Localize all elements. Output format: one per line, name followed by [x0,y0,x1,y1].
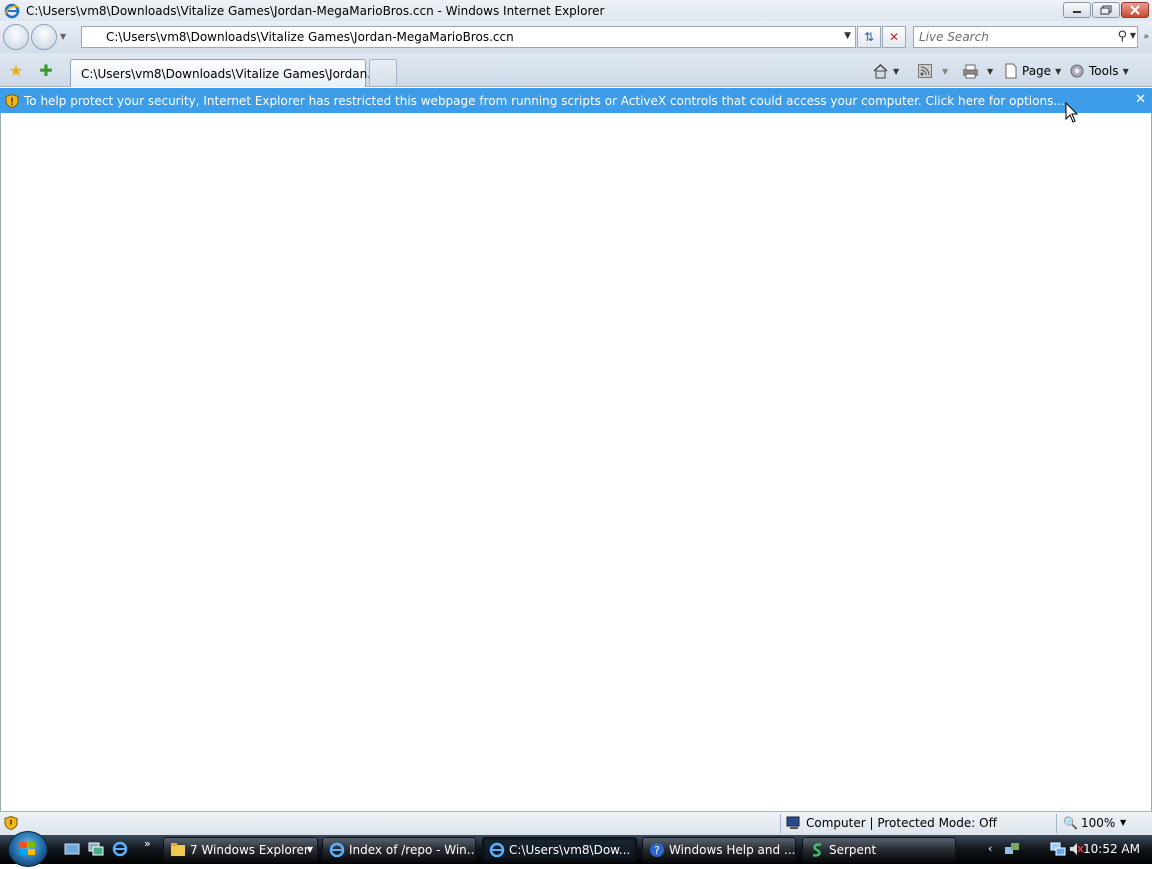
address-field[interactable]: C:\Users\vm8\Downloads\Vitalize Games\Jo… [81,26,856,48]
security-warning-icon[interactable] [4,816,18,830]
title-bar: C:\Users\vm8\Downloads\Vitalize Games\Jo… [0,0,1152,21]
recent-pages-dropdown[interactable]: ▼ [60,32,66,41]
tools-dropdown-icon: ▼ [1122,66,1129,76]
zoom-dropdown-icon[interactable]: ▼ [1120,818,1126,827]
mouse-cursor-icon [1065,102,1079,123]
start-button[interactable] [8,831,48,867]
refresh-icon: ⇅ [863,30,875,44]
close-information-bar-icon[interactable]: ✕ [1135,92,1146,107]
tab-label: C:\Users\vm8\Downloads\Vitalize Games\Jo… [81,66,379,81]
add-to-favorites-icon[interactable]: ✚ [36,61,56,80]
rss-feed-icon [918,64,932,78]
toolbar-overflow-chevron-icon[interactable]: » [1143,32,1149,42]
folder-icon [171,842,185,856]
address-url[interactable]: C:\Users\vm8\Downloads\Vitalize Games\Jo… [106,30,514,44]
home-icon [873,63,888,79]
search-placeholder[interactable]: Live Search [919,30,989,44]
clock[interactable]: 10:52 AM [1083,842,1140,856]
taskbar-item-label: 7 Windows Explorer [190,842,309,857]
stop-icon: ✕ [888,30,900,44]
home-button[interactable]: ▼ [872,62,899,80]
minimize-icon [1073,11,1081,13]
page-menu-button[interactable]: Page ▼ [1003,62,1061,80]
address-bar-row: ▼ C:\Users\vm8\Downloads\Vitalize Games\… [0,21,1152,53]
home-dropdown-icon[interactable]: ▼ [893,67,899,76]
search-options-dropdown[interactable]: ▼ [1130,31,1136,40]
help-icon: ? [650,842,664,857]
information-bar[interactable]: To help protect your security, Internet … [0,88,1152,113]
page-dropdown-icon: ▼ [1055,66,1062,76]
taskbar-item-index-of-repo[interactable]: Index of /repo - Win... [322,837,476,862]
taskbar-item-label: Serpent [829,842,877,857]
print-dropdown-icon[interactable]: ▼ [987,67,993,76]
switch-windows-icon[interactable] [88,841,104,857]
computer-zone-icon [786,816,800,829]
restore-button[interactable] [1092,2,1120,18]
gear-icon [1070,64,1084,78]
status-bar: Computer | Protected Mode: Off 🔍 100% ▼ [0,811,1152,835]
zoom-level-button[interactable]: 🔍 100% [1063,816,1115,830]
show-desktop-icon[interactable] [64,841,80,857]
internet-explorer-icon [329,842,345,857]
taskbar-item-label: Windows Help and ... [669,842,796,857]
group-dropdown-icon: ▼ [306,845,313,854]
page-content-area[interactable] [0,113,1152,811]
security-zone[interactable]: Computer | Protected Mode: Off [786,816,997,830]
taskbar-item-windows-explorer[interactable]: 7 Windows Explorer ▼ [163,837,318,862]
taskbar-item-current-ie[interactable]: C:\Users\vm8\Dow... [482,837,637,862]
serpent-app-icon [812,842,822,857]
zoom-magnifier-icon: 🔍 [1063,816,1078,830]
window-title: C:\Users\vm8\Downloads\Vitalize Games\Jo… [26,3,605,18]
tab-bar: ★ ✚ C:\Users\vm8\Downloads\Vitalize Game… [0,53,1152,87]
show-hidden-icons-chevron[interactable]: ‹ [988,842,992,855]
svg-text:?: ? [654,844,660,857]
taskbar-item-label: Index of /repo - Win... [349,842,476,857]
taskbar-item-label: C:\Users\vm8\Dow... [509,842,631,857]
internet-explorer-icon [4,3,20,18]
minimize-button[interactable] [1063,2,1091,18]
stop-button[interactable]: ✕ [882,26,906,48]
security-zone-label: Computer | Protected Mode: Off [806,816,997,830]
notification-area: ‹ 10:52 AM [986,837,1152,862]
refresh-button[interactable]: ⇅ [857,26,881,48]
page-menu-label: Page [1022,64,1052,78]
tools-menu-label: Tools [1089,64,1119,78]
feeds-dropdown-icon[interactable]: ▼ [942,67,948,76]
restore-icon [1100,5,1112,15]
information-bar-message[interactable]: To help protect your security, Internet … [24,94,1065,108]
internet-explorer-quick-launch-icon[interactable] [112,841,128,857]
windows-logo-icon [20,842,35,855]
volume-muted-icon[interactable] [1068,841,1084,857]
feeds-button[interactable]: ▼ [918,62,948,80]
taskbar: » 7 Windows Explorer ▼ Index of /repo - … [0,831,1152,867]
zoom-level-label: 100% [1080,816,1116,830]
print-button[interactable]: ▼ [962,62,993,80]
search-field[interactable]: Live Search ⚲ ▼ [913,26,1138,48]
close-icon [1130,5,1140,15]
forward-button[interactable] [31,24,57,50]
network-share-icon[interactable] [1004,841,1020,857]
print-icon [963,64,978,78]
search-icon[interactable]: ⚲ [1117,29,1127,44]
quick-launch-overflow-icon[interactable]: » [144,837,151,850]
security-shield-icon [5,93,19,108]
address-dropdown-icon[interactable]: ▼ [844,31,851,41]
favorites-center-star-icon[interactable]: ★ [6,61,26,80]
tools-menu-button[interactable]: Tools ▼ [1069,62,1129,80]
new-tab-button[interactable] [369,59,397,85]
taskbar-item-serpent[interactable]: Serpent [802,837,956,862]
page-icon [1005,63,1017,79]
internet-explorer-icon [489,842,505,857]
network-icon[interactable] [1050,841,1066,857]
taskbar-item-windows-help[interactable]: ? Windows Help and ... [642,837,796,862]
back-button[interactable] [3,24,29,50]
tab-current[interactable]: C:\Users\vm8\Downloads\Vitalize Games\Jo… [70,59,379,87]
close-button[interactable] [1121,2,1149,18]
